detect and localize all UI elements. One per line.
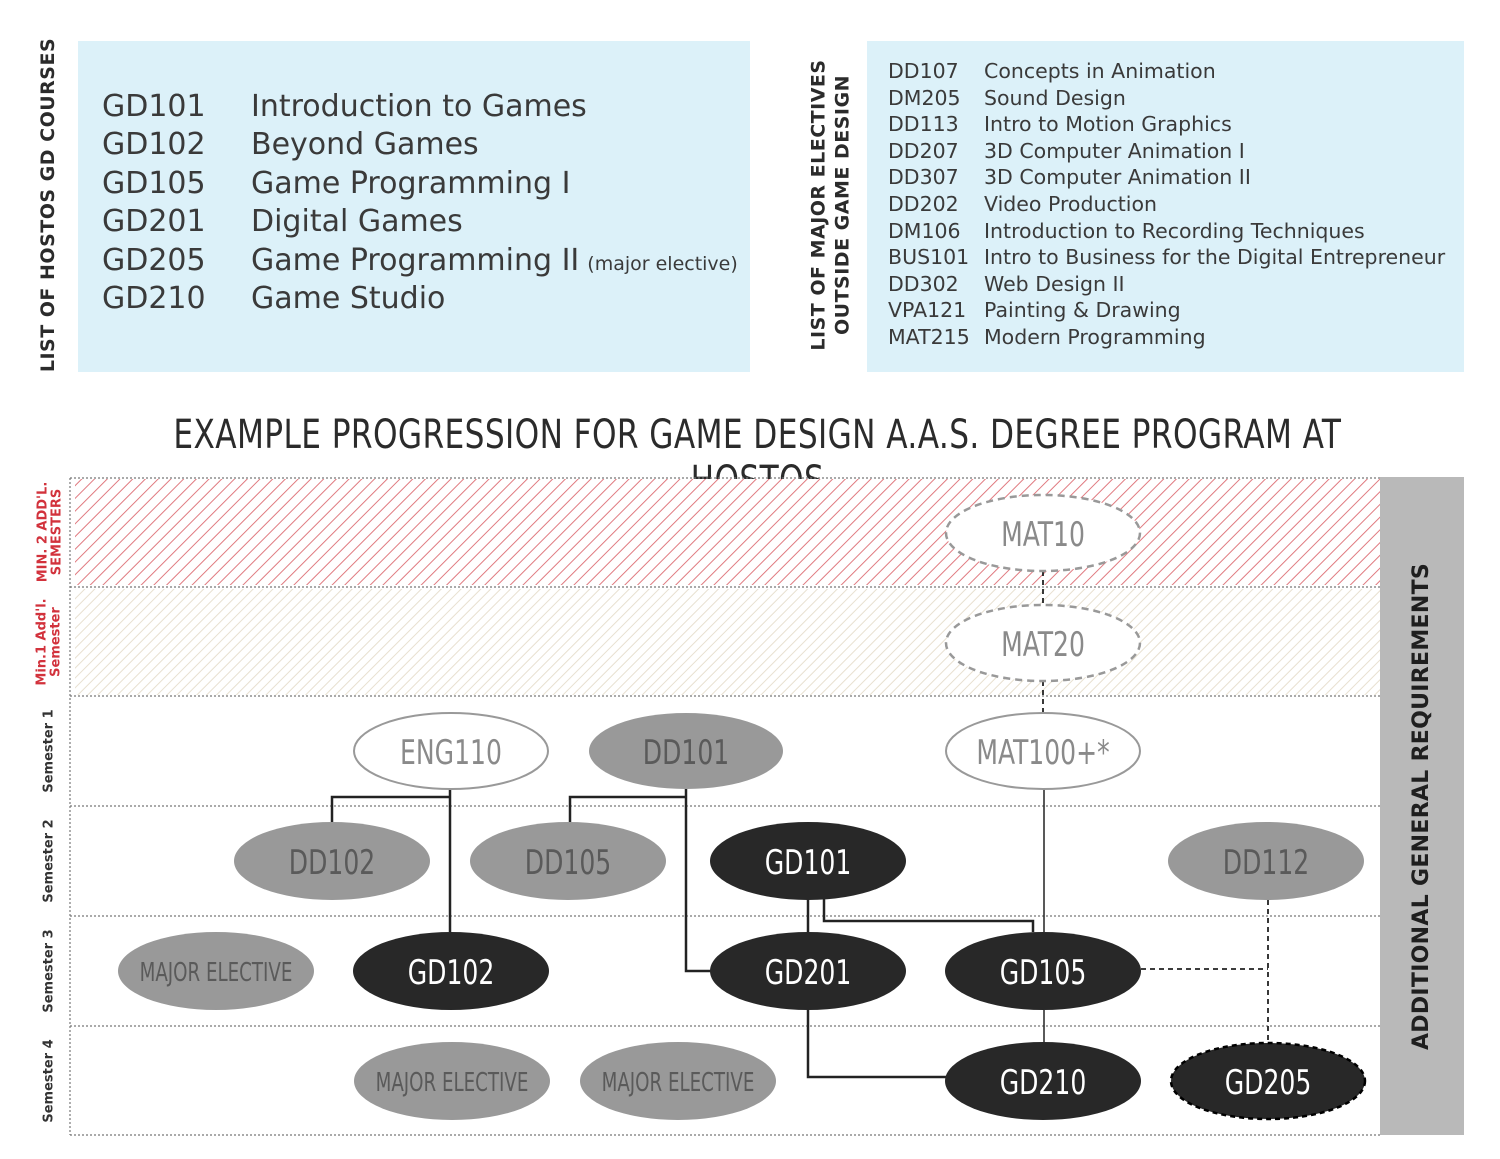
node-major-elective-sem4-a-label: MAJOR ELECTIVE	[376, 1068, 529, 1098]
row-label-semester-2: Semester 2	[30, 807, 70, 915]
node-mat100-label: MAT100+*	[976, 733, 1109, 772]
node-dd102-label: DD102	[289, 843, 375, 882]
node-dd101-label: DD101	[643, 733, 729, 772]
node-gd205[interactable]: GD205	[1169, 1041, 1367, 1121]
node-gd105[interactable]: GD105	[945, 932, 1141, 1010]
node-eng110[interactable]: ENG110	[353, 712, 549, 790]
node-major-elective-sem3[interactable]: MAJOR ELECTIVE	[118, 932, 314, 1010]
node-gd101[interactable]: GD101	[710, 822, 906, 900]
row-label-min1: Min.1 Add'l. Semester	[30, 589, 70, 695]
row-label-min2-line2: SEMESTERS	[49, 488, 65, 576]
node-eng110-label: ENG110	[400, 733, 502, 772]
row-label-semester-2-text: Semester 2	[42, 819, 58, 903]
node-gd101-label: GD101	[765, 843, 852, 882]
node-gd210[interactable]: GD210	[945, 1042, 1141, 1120]
node-gd102-label: GD102	[408, 953, 495, 992]
additional-requirements-label: ADDITIONAL GENERAL REQUIREMENTS	[1409, 562, 1435, 1050]
node-major-elective-sem3-label: MAJOR ELECTIVE	[140, 958, 293, 988]
node-mat20-label: MAT20	[1001, 625, 1085, 664]
node-dd102[interactable]: DD102	[234, 822, 430, 900]
node-mat10-label: MAT10	[1001, 515, 1085, 554]
progression-chart: MAT10 MAT20 ENG110 DD101 MAT100+* DD102 …	[69, 477, 1380, 1136]
additional-requirements-bar: ADDITIONAL GENERAL REQUIREMENTS	[1380, 477, 1464, 1135]
node-gd201[interactable]: GD201	[710, 932, 906, 1010]
node-mat100[interactable]: MAT100+*	[945, 712, 1141, 790]
row-label-semester-3-text: Semester 3	[42, 929, 58, 1013]
band-min2-background	[75, 479, 1380, 585]
node-dd105-label: DD105	[525, 843, 611, 882]
node-major-elective-sem4-b-label: MAJOR ELECTIVE	[602, 1068, 755, 1098]
node-dd112-label: DD112	[1223, 843, 1309, 882]
connector-dd101-gd201	[684, 789, 712, 973]
connector-dd101-dd105	[568, 795, 686, 822]
node-dd101[interactable]: DD101	[589, 713, 783, 789]
row-label-semester-4: Semester 4	[30, 1027, 70, 1135]
row-label-min2: MIN. 2 ADD'L. SEMESTERS	[30, 479, 70, 585]
node-gd210-label: GD210	[1000, 1063, 1087, 1102]
node-major-elective-sem4-b[interactable]: MAJOR ELECTIVE	[580, 1042, 776, 1120]
row-label-min2-line1: MIN. 2 ADD'L.	[35, 481, 51, 583]
row-label-semester-1: Semester 1	[30, 697, 70, 805]
row-label-semester-1-text: Semester 1	[42, 709, 58, 793]
node-mat10[interactable]: MAT10	[944, 493, 1142, 573]
row-label-semester-4-text: Semester 4	[42, 1039, 58, 1123]
row-label-min1-line2: Semester	[49, 607, 64, 677]
node-gd102[interactable]: GD102	[353, 932, 549, 1010]
node-gd105-label: GD105	[1000, 953, 1087, 992]
node-gd201-label: GD201	[765, 953, 852, 992]
band-min1-background	[75, 589, 1380, 695]
node-dd105[interactable]: DD105	[470, 822, 666, 900]
node-gd205-label: GD205	[1225, 1063, 1312, 1102]
row-label-semester-3: Semester 3	[30, 917, 70, 1025]
node-mat20[interactable]: MAT20	[944, 603, 1142, 683]
node-major-elective-sem4-a[interactable]: MAJOR ELECTIVE	[354, 1042, 550, 1120]
connector-gd101-gd105	[822, 898, 1035, 932]
connector-gd201-gd210	[806, 1010, 947, 1079]
connector-eng110-dd102	[330, 795, 450, 822]
node-dd112[interactable]: DD112	[1168, 822, 1364, 900]
